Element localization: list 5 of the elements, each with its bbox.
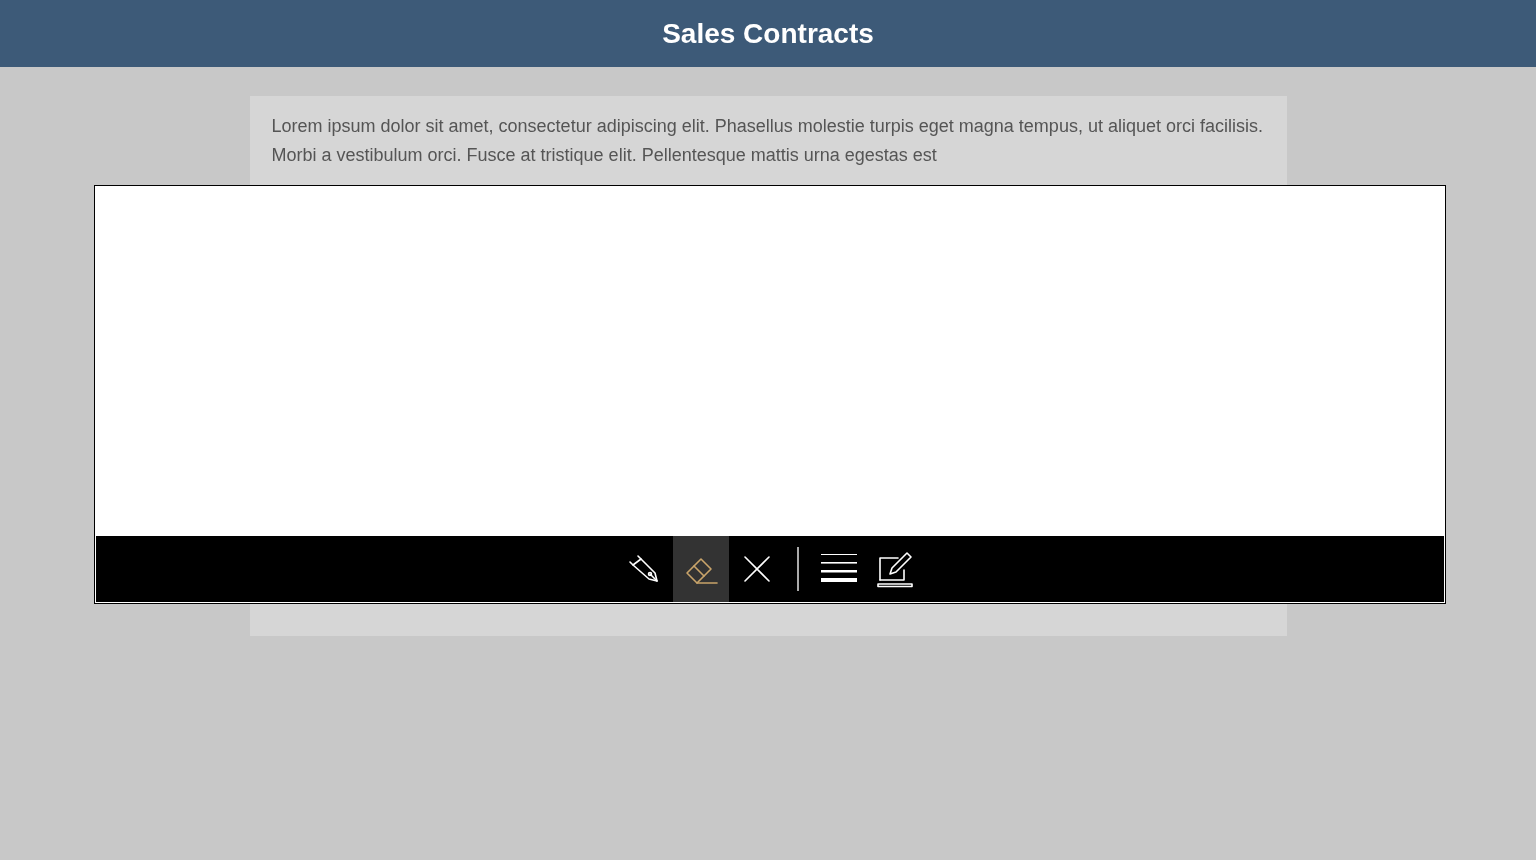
edit-pencil-icon: [876, 550, 914, 588]
page-title: Sales Contracts: [662, 16, 874, 51]
close-icon: [742, 554, 772, 584]
eraser-tool-button[interactable]: [673, 536, 729, 602]
body-paragraph: Lorem ipsum dolor sit amet, consectetur adipiscing elit. Phasellus molestie turpis eget magna tempus, ut aliquet orci facilisis. Morbi a vestibulum orci. Fusce at tristique elit. Pellentesque mattis urna egestas est: [271, 115, 1264, 167]
